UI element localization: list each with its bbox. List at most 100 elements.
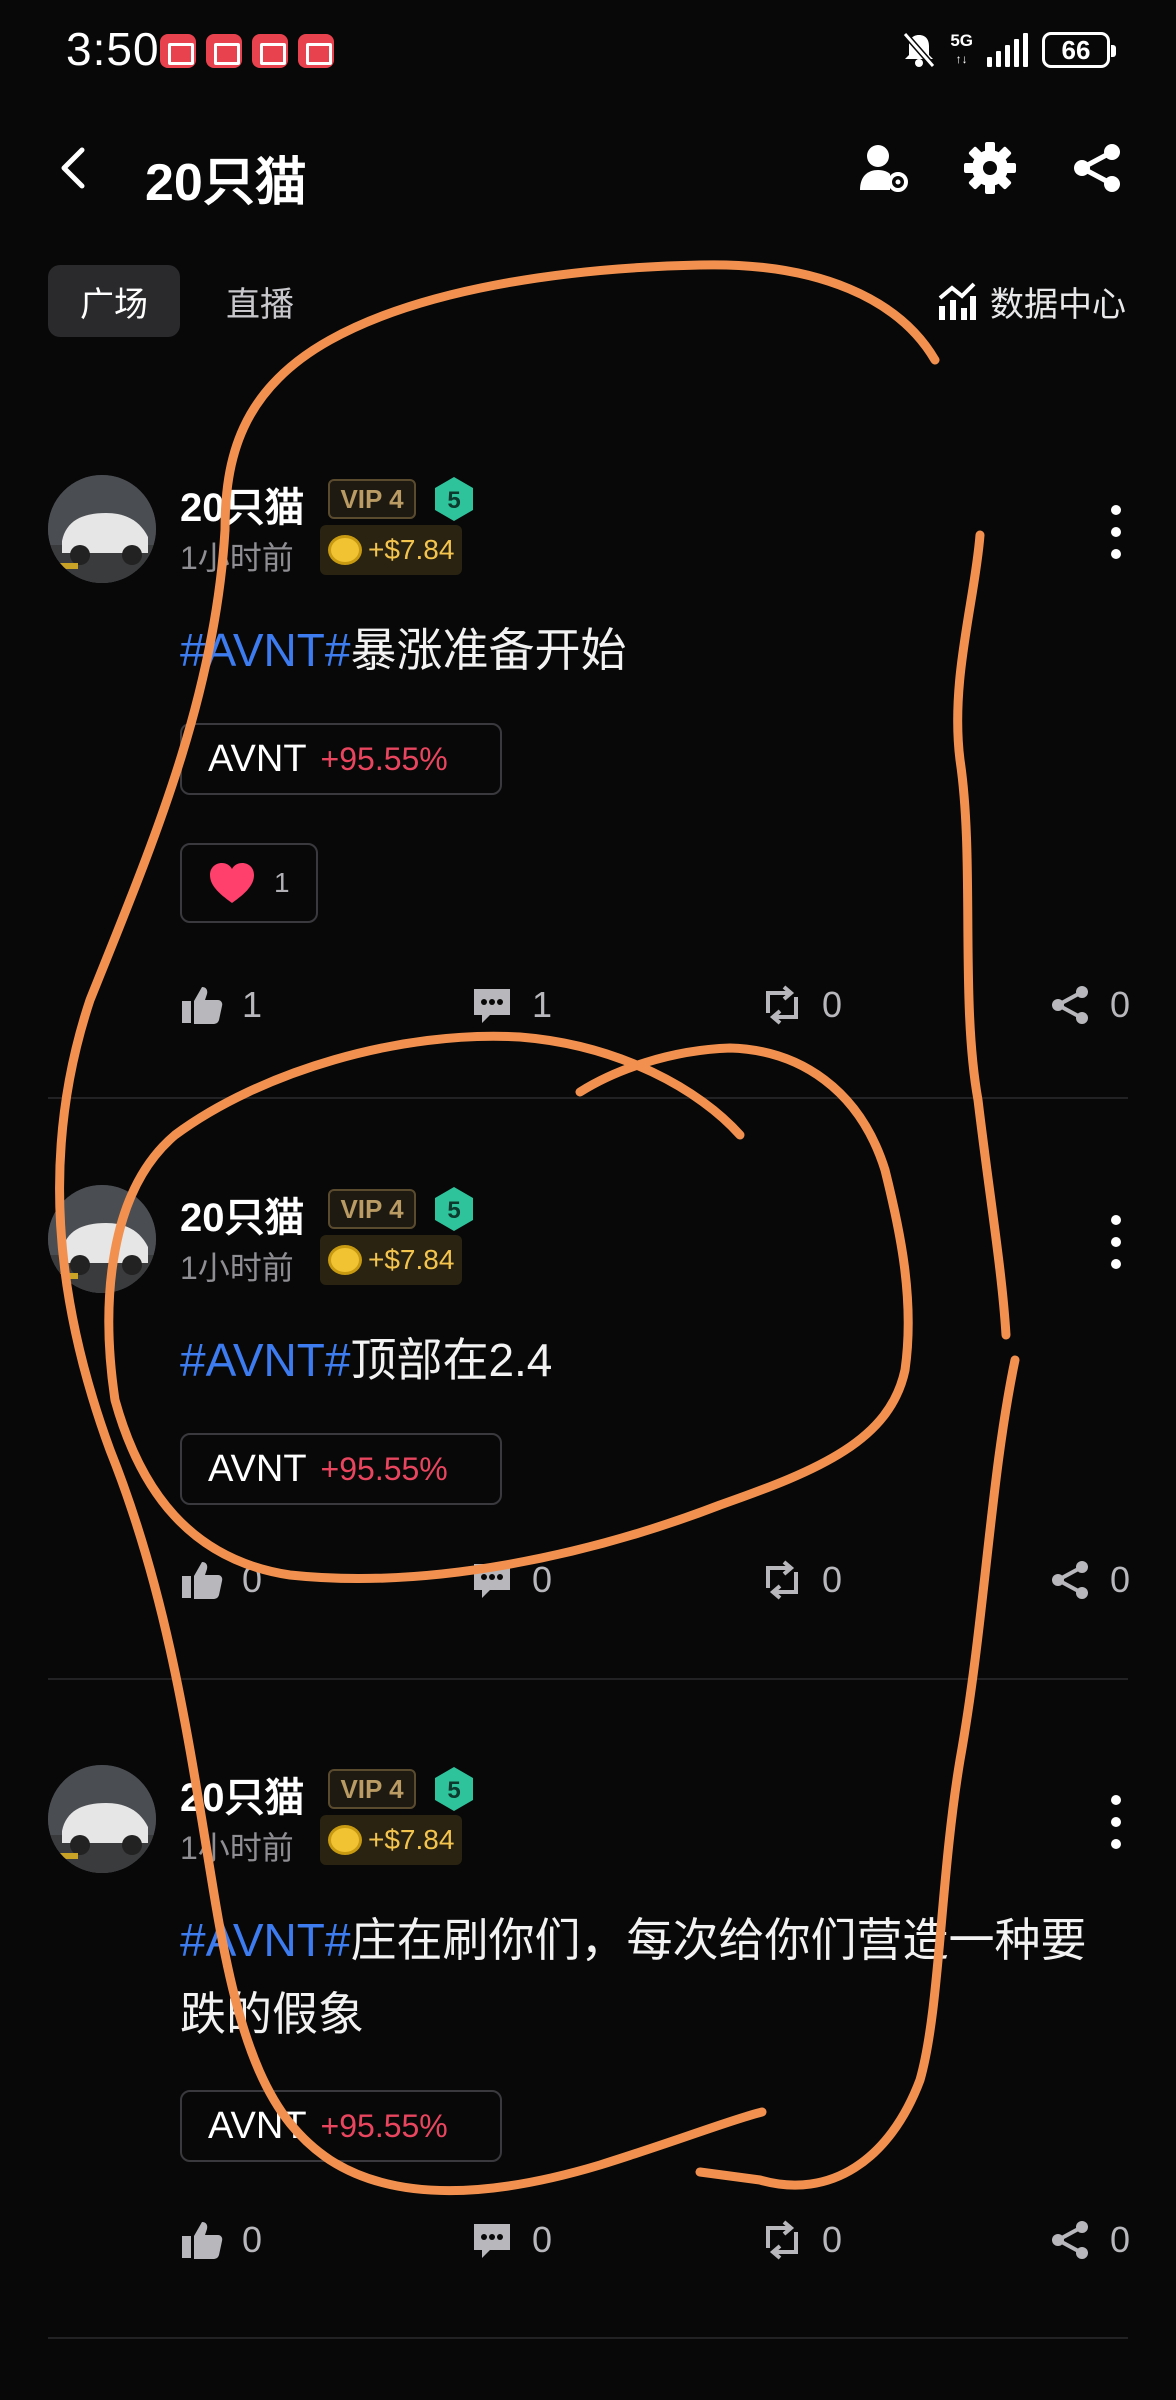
post-divider [48, 2337, 1128, 2339]
more-options-icon[interactable] [1106, 1795, 1126, 1855]
svg-text:5: 5 [447, 487, 460, 514]
share-post-button[interactable]: 0 [1048, 1550, 1130, 1610]
like-count: 0 [242, 1559, 263, 1600]
repost-count: 0 [822, 2219, 843, 2260]
page-title: 20只猫 [145, 154, 307, 212]
repost-button[interactable]: 0 [760, 1550, 842, 1610]
hashtag-link[interactable]: #AVNT# [180, 1334, 350, 1386]
post-username[interactable]: 20只猫 [180, 1765, 305, 1823]
post-text[interactable]: #AVNT#顶部在2.4 [180, 1323, 1120, 1397]
post-actions: 0 0 0 0 [0, 2210, 1176, 2270]
user-settings-icon[interactable] [856, 140, 912, 196]
repost-count: 0 [822, 1559, 843, 1600]
reward-amount: +$7.84 [368, 1244, 455, 1275]
post-divider [48, 1097, 1128, 1099]
repost-count: 0 [822, 984, 843, 1025]
post-username[interactable]: 20只猫 [180, 1185, 305, 1243]
battery-icon: 66 [1042, 32, 1116, 68]
share-icon[interactable] [1070, 140, 1126, 196]
comment-icon [474, 1564, 510, 1598]
comment-button[interactable]: 1 [470, 975, 552, 1035]
post-text[interactable]: #AVNT#暴涨准备开始 [180, 613, 1120, 687]
reward-amount: +$7.84 [368, 534, 455, 565]
comment-icon [474, 989, 510, 1023]
svg-text:5: 5 [447, 1197, 460, 1224]
level-badge-icon: 5 [435, 1767, 473, 1811]
thumbs-up-icon [182, 2222, 223, 2259]
level-badge-icon: 5 [435, 1187, 473, 1231]
share-icon [1052, 2221, 1088, 2259]
tab-square[interactable]: 广场 [48, 265, 180, 337]
post-card[interactable]: 20只猫 VIP 4 5 1小时前 +$7.84 #AVNT#庄在刷你们，每次给… [0, 1765, 1176, 2285]
ticker-change: +95.55% [320, 2107, 448, 2144]
tab-live[interactable]: 直播 [200, 265, 320, 337]
post-divider [48, 1678, 1128, 1680]
repost-button[interactable]: 0 [760, 975, 842, 1035]
repost-icon [766, 985, 798, 1025]
notification-app-icon [252, 34, 288, 68]
level-badge-icon: 5 [435, 477, 473, 521]
share-count: 0 [1110, 1559, 1131, 1600]
post-card[interactable]: 20只猫 VIP 4 5 1小时前 +$7.84 #AVNT#顶部在2.4 AV… [0, 1185, 1176, 1645]
comment-icon [474, 2224, 510, 2258]
like-count: 0 [242, 2219, 263, 2260]
back-icon[interactable] [52, 140, 92, 196]
hashtag-link[interactable]: #AVNT# [180, 624, 350, 676]
more-options-icon[interactable] [1106, 505, 1126, 565]
coin-icon [328, 1245, 362, 1275]
status-time: 3:50 [66, 23, 160, 75]
ticker-chip[interactable]: AVNT +95.55% [180, 1433, 502, 1505]
comment-button[interactable]: 0 [470, 2210, 552, 2270]
vip-badge: VIP 4 [328, 479, 416, 519]
share-post-button[interactable]: 0 [1048, 2210, 1130, 2270]
avatar[interactable] [48, 1185, 156, 1293]
post-username[interactable]: 20只猫 [180, 475, 305, 533]
ticker-change: +95.55% [320, 1450, 448, 1487]
reward-amount: +$7.84 [368, 1824, 455, 1855]
share-post-button[interactable]: 0 [1048, 975, 1130, 1035]
data-center-link[interactable]: 数据中心 [936, 265, 1126, 337]
reaction-chip[interactable]: 1 [180, 843, 318, 923]
vip-badge: VIP 4 [328, 1189, 416, 1229]
ticker-symbol: AVNT [208, 737, 307, 780]
repost-icon [766, 2220, 798, 2260]
chart-trend-icon [938, 282, 976, 320]
avatar[interactable] [48, 475, 156, 583]
share-count: 0 [1110, 984, 1131, 1025]
ticker-chip[interactable]: AVNT +95.55% [180, 2090, 502, 2162]
post-actions: 1 1 0 0 [0, 975, 1176, 1035]
svg-text:5: 5 [447, 1777, 460, 1804]
reward-badge: +$7.84 [320, 1235, 463, 1285]
vip-badge: VIP 4 [328, 1769, 416, 1809]
gear-icon[interactable] [962, 140, 1018, 196]
data-center-label: 数据中心 [990, 285, 1126, 324]
ticker-chip[interactable]: AVNT +95.55% [180, 723, 502, 795]
post-time: 1小时前 [180, 540, 294, 576]
ticker-symbol: AVNT [208, 2104, 307, 2147]
more-options-icon[interactable] [1106, 1215, 1126, 1275]
ticker-symbol: AVNT [208, 1447, 307, 1490]
tab-bar: 广场 直播 数据中心 [0, 265, 1176, 345]
post-text[interactable]: #AVNT#庄在刷你们，每次给你们营造一种要跌的假象 [180, 1903, 1120, 2051]
post-time: 1小时前 [180, 1830, 294, 1866]
like-count: 1 [242, 984, 263, 1025]
signal-icon [987, 33, 1028, 67]
notification-app-icon [160, 34, 196, 68]
avatar[interactable] [48, 1765, 156, 1873]
thumbs-up-icon [182, 1562, 223, 1599]
repost-icon [766, 1560, 798, 1600]
status-bar: 3:50 5G ↑↓ 66 [0, 0, 1176, 100]
coin-icon [328, 1825, 362, 1855]
comment-button[interactable]: 0 [470, 1550, 552, 1610]
notification-app-icon [206, 34, 242, 68]
share-icon [1052, 1561, 1088, 1599]
repost-button[interactable]: 0 [760, 2210, 842, 2270]
like-button[interactable]: 0 [180, 2210, 262, 2270]
reward-badge: +$7.84 [320, 1815, 463, 1865]
hashtag-link[interactable]: #AVNT# [180, 1914, 350, 1966]
like-button[interactable]: 0 [180, 1550, 262, 1610]
like-button[interactable]: 1 [180, 975, 262, 1035]
comment-count: 0 [532, 2219, 553, 2260]
post-card[interactable]: 20只猫 VIP 4 5 1小时前 +$7.84 #AVNT#暴涨准备开始 AV… [0, 475, 1176, 1075]
coin-icon [328, 535, 362, 565]
